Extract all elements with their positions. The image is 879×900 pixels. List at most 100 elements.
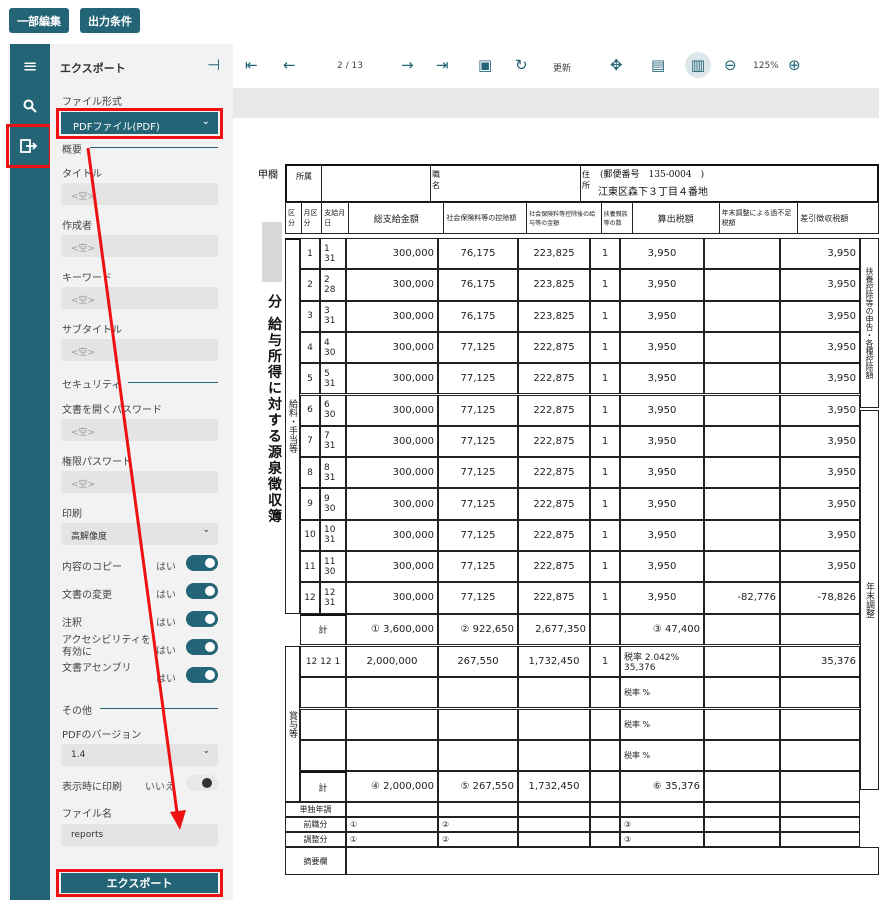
- row-tax: 3,950: [620, 582, 704, 614]
- header-after-insurance: 社会保険料等控除後の給与等の金額: [526, 202, 602, 234]
- assembly-label: 文書アセンブリ: [62, 663, 132, 674]
- next-page-icon[interactable]: →: [401, 56, 414, 74]
- row-after-insurance: 222,875: [518, 425, 590, 458]
- row-net: 3,950: [780, 300, 860, 332]
- address-label: 住所: [582, 170, 590, 190]
- accessibility-value: はい: [156, 646, 176, 657]
- row-month: 9: [300, 488, 320, 520]
- refresh-icon[interactable]: ↻: [515, 56, 528, 74]
- row-gross: 300,000: [346, 269, 438, 301]
- row-date: 11 30: [320, 551, 346, 583]
- row-dependents: 1: [590, 551, 620, 583]
- row-adjustment: [704, 457, 780, 489]
- row-tax: 3,950: [620, 300, 704, 332]
- partial-edit-button[interactable]: 一部編集: [9, 8, 69, 33]
- row-insurance: 76,175: [438, 269, 518, 301]
- bonus-empty-ins: [438, 677, 518, 709]
- postal-code: (郵便番号 135-0004 ): [600, 170, 705, 180]
- print-icon[interactable]: ▣: [478, 56, 492, 74]
- solo-row-net: [780, 802, 860, 818]
- row-month: 4: [300, 331, 320, 364]
- assembly-toggle[interactable]: [186, 667, 218, 683]
- prev-job-row-gross: ①: [346, 817, 438, 833]
- author-field[interactable]: <空>: [61, 235, 218, 257]
- document-vertical-title: 分 給与所得に対する源泉徴収簿: [266, 294, 282, 525]
- page-indicator[interactable]: 2 / 13: [337, 61, 363, 71]
- prev-job-row-label: 前職分: [285, 817, 346, 833]
- print-on-display-value: いいえ: [145, 782, 175, 793]
- zoom-out-icon[interactable]: ⊖: [724, 56, 737, 74]
- print-select[interactable]: 高解像度 ⌄: [61, 523, 218, 545]
- keyword-label: キーワード: [62, 273, 112, 284]
- zoom-in-icon[interactable]: ⊕: [788, 56, 801, 74]
- export-button[interactable]: エクスポート: [61, 873, 218, 893]
- solo-row-adjust: [704, 802, 780, 818]
- row-tax: 3,950: [620, 551, 704, 583]
- file-format-select[interactable]: PDFファイル(PDF) ⌄: [61, 112, 218, 134]
- viewer-toolbar: ⊣ ⇤ ← 2 / 13 → ⇥ ▣ ↻ 更新 ✥ ▤ ▥ ⊖ 125% ⊕: [207, 44, 879, 88]
- row-insurance: 77,125: [438, 425, 518, 458]
- annotation-toggle[interactable]: [186, 611, 218, 627]
- pin-icon[interactable]: ⊣: [207, 56, 220, 74]
- row-gross: 300,000: [346, 582, 438, 614]
- row-adjustment: [704, 488, 780, 520]
- output-conditions-button[interactable]: 出力条件: [80, 8, 140, 33]
- open-password-label: 文書を開くパスワード: [62, 405, 162, 416]
- row-net: 3,950: [780, 488, 860, 520]
- bonus-insurance: 267,550: [438, 645, 518, 678]
- pdf-version-select[interactable]: 1.4 ⌄: [61, 744, 218, 766]
- last-page-icon[interactable]: ⇥: [436, 56, 449, 74]
- change-toggle[interactable]: [186, 583, 218, 599]
- row-insurance: 77,125: [438, 363, 518, 395]
- bonus-empty-date: [300, 708, 346, 740]
- bonus-empty-gross: [346, 708, 438, 740]
- row-after-insurance: 222,875: [518, 551, 590, 583]
- single-page-icon[interactable]: ▤: [651, 56, 665, 74]
- row-gross: 300,000: [346, 551, 438, 583]
- bonus-empty-adjust: [704, 739, 780, 772]
- change-label: 文書の変更: [62, 590, 112, 601]
- row-month: 6: [300, 394, 320, 426]
- row-tax: 3,950: [620, 457, 704, 489]
- solo-row-label: 単独年調: [285, 802, 346, 818]
- row-insurance: 77,125: [438, 457, 518, 489]
- search-icon[interactable]: [10, 86, 50, 126]
- row-date: 7 31: [320, 425, 346, 458]
- row-net: 3,950: [780, 394, 860, 426]
- title-field[interactable]: <空>: [61, 183, 218, 205]
- book-view-icon[interactable]: ▥: [685, 52, 711, 78]
- refresh-label[interactable]: 更新: [553, 61, 571, 74]
- subtitle-field[interactable]: <空>: [61, 339, 218, 361]
- permission-password-field[interactable]: <空>: [61, 471, 218, 493]
- row-month: 3: [300, 300, 320, 332]
- print-on-display-toggle[interactable]: [186, 775, 218, 791]
- bonus-gross: 2,000,000: [346, 645, 438, 678]
- row-gross: 300,000: [346, 425, 438, 458]
- move-icon[interactable]: ✥: [610, 56, 623, 74]
- first-page-icon[interactable]: ⇤: [245, 56, 258, 74]
- solo-row-tax: [620, 802, 704, 818]
- filename-field[interactable]: reports: [61, 824, 218, 846]
- zoom-level[interactable]: 125%: [753, 61, 779, 71]
- bonus-net: 35,376: [780, 645, 860, 678]
- copy-toggle[interactable]: [186, 555, 218, 571]
- export-icon[interactable]: [10, 126, 50, 166]
- row-adjustment: [704, 269, 780, 301]
- row-gross: 300,000: [346, 394, 438, 426]
- bonus-empty-rate: 税率 %: [620, 677, 704, 709]
- row-after-insurance: 222,875: [518, 394, 590, 426]
- bonus-empty-after: [518, 739, 590, 772]
- open-password-field[interactable]: <空>: [61, 419, 218, 441]
- prev-page-icon[interactable]: ←: [283, 56, 296, 74]
- row-dependents: 1: [590, 488, 620, 520]
- accessibility-label: アクセシビリティを有効に: [62, 635, 151, 658]
- bonus-empty-gross: [346, 739, 438, 772]
- security-section-title: セキュリティ: [62, 380, 122, 391]
- row-net: 3,950: [780, 363, 860, 395]
- row-month: 7: [300, 425, 320, 458]
- keyword-field[interactable]: <空>: [61, 287, 218, 309]
- menu-icon[interactable]: ≡: [10, 46, 50, 86]
- accessibility-toggle[interactable]: [186, 639, 218, 655]
- panel-title: エクスポート: [60, 62, 126, 75]
- row-dependents: 1: [590, 238, 620, 270]
